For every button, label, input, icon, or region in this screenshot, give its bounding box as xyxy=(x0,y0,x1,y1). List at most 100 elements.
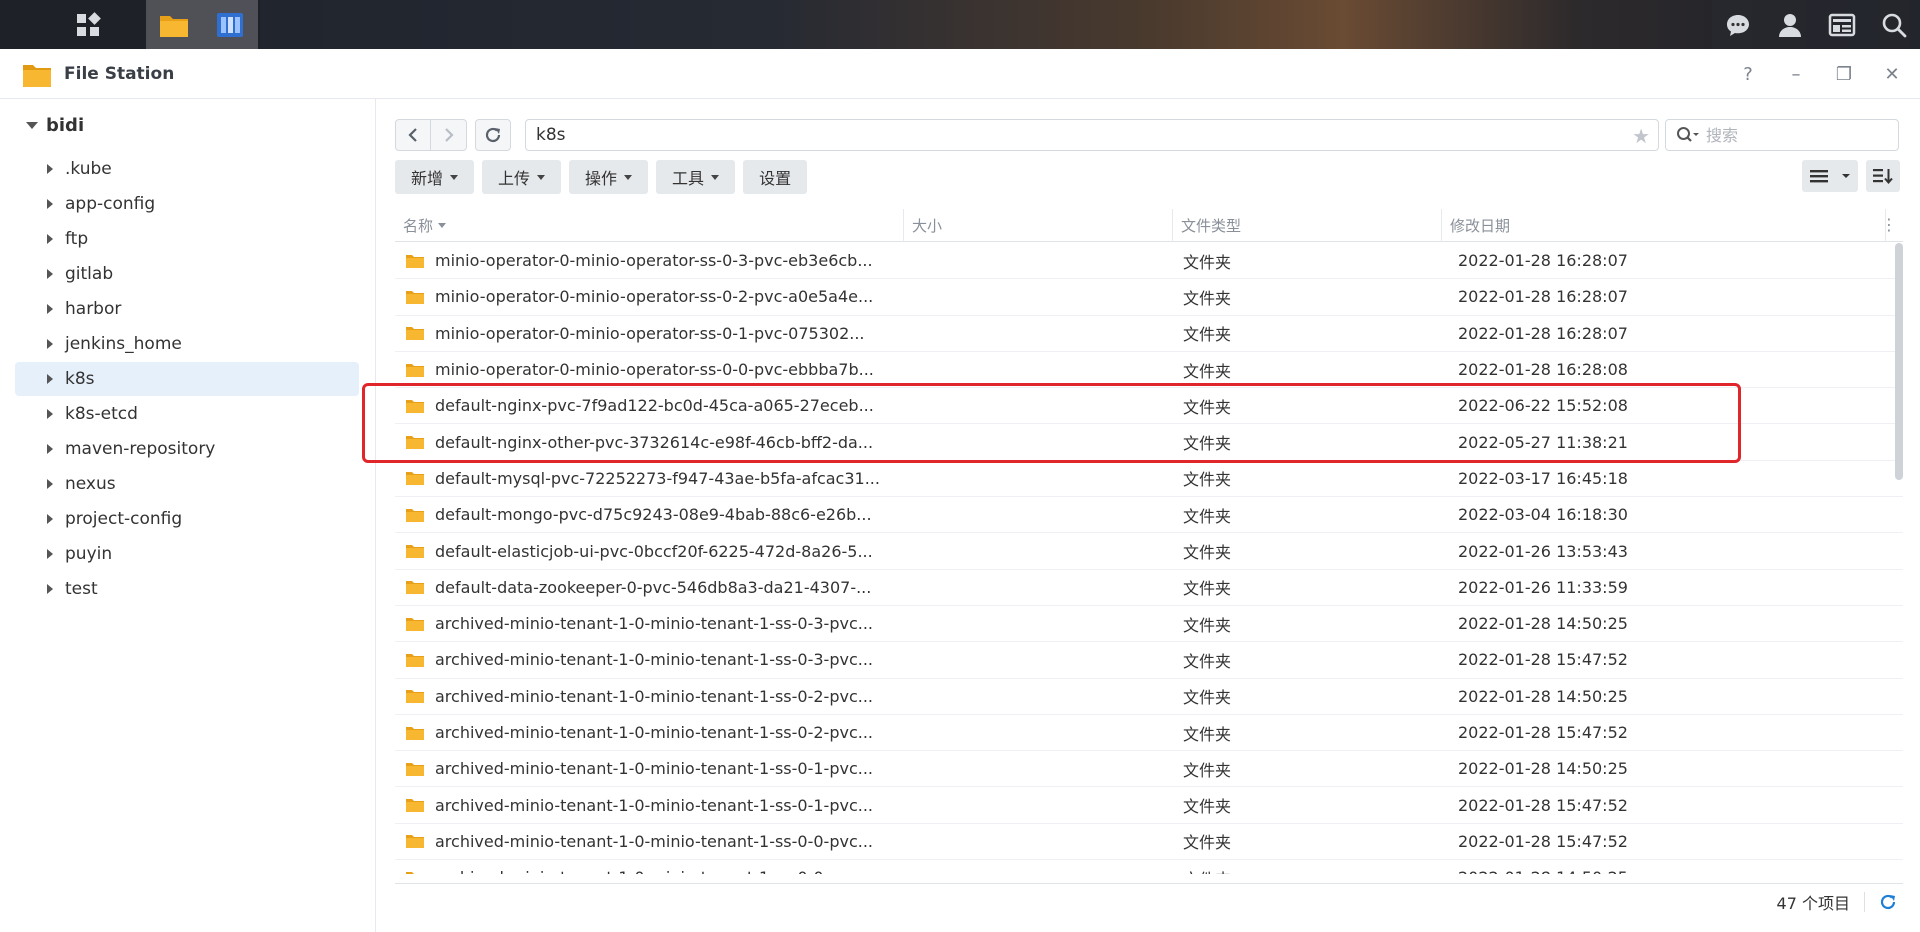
sidebar-item-ftp[interactable]: ftp xyxy=(15,222,359,256)
table-row[interactable]: default-mysql-pvc-72252273-f947-43ae-b5f… xyxy=(395,461,1903,498)
sidebar-item-app-config[interactable]: app-config xyxy=(15,187,359,221)
dropdown-caret-icon xyxy=(537,174,546,180)
sort-icon xyxy=(1873,169,1893,185)
sort-button[interactable] xyxy=(1866,160,1900,192)
minimize-button[interactable]: – xyxy=(1786,64,1806,85)
column-size-label: 大小 xyxy=(912,216,943,235)
table-row[interactable]: archived-minio-tenant-1-0-minio-tenant-1… xyxy=(395,715,1903,752)
file-type: 文件夹 xyxy=(1183,506,1232,526)
file-name: minio-operator-0-minio-operator-ss-0-0-p… xyxy=(435,360,874,380)
user-icon[interactable] xyxy=(1764,0,1816,49)
modified-date: 2022-01-28 14:50:25 xyxy=(1458,686,1628,706)
table-row[interactable]: minio-operator-0-minio-operator-ss-0-0-p… xyxy=(395,352,1903,389)
dropdown-caret-icon xyxy=(624,174,633,180)
sidebar-item-kube[interactable]: .kube xyxy=(15,152,359,186)
expand-caret-icon[interactable] xyxy=(47,479,53,489)
widgets-icon[interactable] xyxy=(1816,0,1868,49)
column-header-date[interactable]: 修改日期 xyxy=(1442,208,1886,242)
sidebar-item-maven-repository[interactable]: maven-repository xyxy=(15,432,359,466)
file-station-taskbar-icon[interactable] xyxy=(146,0,202,49)
table-row[interactable]: default-elasticjob-ui-pvc-0bccf20f-6225-… xyxy=(395,533,1903,570)
table-row[interactable]: minio-operator-0-minio-operator-ss-0-1-p… xyxy=(395,316,1903,352)
file-station-app-icon xyxy=(23,64,51,87)
new-button[interactable]: 新增 xyxy=(395,160,475,194)
expand-caret-icon[interactable] xyxy=(47,164,53,174)
file-name: archived-minio-tenant-1-0-minio-tenant-1… xyxy=(435,723,873,742)
table-row[interactable]: minio-operator-0-minio-operator-ss-0-2-p… xyxy=(395,279,1903,316)
expand-caret-icon[interactable] xyxy=(47,444,53,454)
table-row[interactable]: minio-operator-0-minio-operator-ss-0-3-p… xyxy=(395,243,1903,280)
table-row[interactable]: archived-minio-tenant-1-0-minio-tenant-1… xyxy=(395,679,1903,715)
sidebar-item-nexus[interactable]: nexus xyxy=(15,467,359,501)
chevron-left-icon xyxy=(408,128,417,142)
expand-caret-icon[interactable] xyxy=(47,339,53,349)
expand-caret-icon[interactable] xyxy=(47,234,53,244)
file-type: 文件夹 xyxy=(1183,724,1232,744)
view-mode-button[interactable] xyxy=(1802,160,1858,192)
sidebar-item-jenkins-home[interactable]: jenkins_home xyxy=(15,327,359,361)
taskbar-right-tray xyxy=(1712,0,1920,49)
tree-root-bidi[interactable]: bidi xyxy=(26,115,84,136)
main-menu-icon[interactable] xyxy=(60,0,116,49)
search-field[interactable] xyxy=(1665,119,1899,151)
expand-caret-icon[interactable] xyxy=(47,374,53,384)
table-row[interactable]: default-data-zookeeper-0-pvc-546db8a3-da… xyxy=(395,570,1903,606)
modified-date: 2022-03-17 16:45:18 xyxy=(1458,468,1628,488)
back-button[interactable] xyxy=(395,119,431,151)
table-row[interactable]: archived-minio-tenant-1-0-minio-tenant-1… xyxy=(395,824,1903,861)
search-icon[interactable] xyxy=(1868,0,1920,49)
table-row[interactable]: default-nginx-other-pvc-3732614c-e98f-46… xyxy=(395,424,1903,461)
forward-button[interactable] xyxy=(431,119,467,151)
expand-caret-icon[interactable] xyxy=(47,514,53,524)
table-row[interactable]: archived-minio-tenant-1-0-minio-tenant-1… xyxy=(395,787,1903,824)
sidebar-item-k8s-etcd[interactable]: k8s-etcd xyxy=(15,397,359,431)
expand-caret-icon[interactable] xyxy=(47,304,53,314)
sidebar-item-puyin[interactable]: puyin xyxy=(15,537,359,571)
file-table: 名称 大小 文件类型 修改日期 ⋮ minio-operator-0-minio… xyxy=(395,208,1903,874)
expand-caret-icon[interactable] xyxy=(26,122,38,129)
sidebar-item-gitlab[interactable]: gitlab xyxy=(15,257,359,291)
expand-caret-icon[interactable] xyxy=(47,549,53,559)
close-button[interactable]: ✕ xyxy=(1882,64,1902,85)
table-row[interactable]: default-nginx-pvc-7f9ad122-bc0d-45ca-a06… xyxy=(395,388,1903,425)
chevron-right-icon xyxy=(444,128,454,142)
expand-caret-icon[interactable] xyxy=(47,199,53,209)
chat-icon[interactable] xyxy=(1712,0,1764,49)
table-row[interactable]: archived-minio-tenant-1-0-minio-tenant-1… xyxy=(395,606,1903,643)
path-input[interactable]: k8s ★ xyxy=(525,119,1659,151)
folder-icon xyxy=(406,327,424,341)
table-row[interactable]: archived-minio-tenant-1-0-minio-tenant-1… xyxy=(395,860,1903,874)
table-row[interactable]: archived-minio-tenant-1-0-minio-tenant-1… xyxy=(395,642,1903,679)
window-title: File Station xyxy=(64,63,175,84)
table-row[interactable]: archived-minio-tenant-1-0-minio-tenant-1… xyxy=(395,751,1903,788)
refresh-button[interactable] xyxy=(475,119,511,151)
file-name: archived-minio-tenant-1-0-minio-tenant-1… xyxy=(435,614,873,634)
sidebar-item-label: jenkins_home xyxy=(65,334,182,354)
sidebar-item-k8s[interactable]: k8s xyxy=(15,362,359,396)
settings-button[interactable]: 设置 xyxy=(743,160,808,194)
refresh-icon[interactable] xyxy=(1879,893,1897,911)
expand-caret-icon[interactable] xyxy=(47,269,53,279)
tools-button[interactable]: 工具 xyxy=(656,160,736,194)
favorite-star-icon[interactable]: ★ xyxy=(1632,124,1650,148)
restore-button[interactable]: ❐ xyxy=(1834,64,1854,85)
search-dropdown-icon[interactable] xyxy=(1676,126,1700,144)
help-button[interactable]: ? xyxy=(1738,64,1758,85)
table-row[interactable]: default-mongo-pvc-d75c9243-08e9-4bab-88c… xyxy=(395,497,1903,534)
folder-icon xyxy=(406,399,424,413)
column-header-name[interactable]: 名称 xyxy=(395,208,904,242)
column-header-type[interactable]: 文件类型 xyxy=(1173,208,1442,242)
expand-caret-icon[interactable] xyxy=(47,409,53,419)
search-input[interactable] xyxy=(1706,125,1856,145)
action-button[interactable]: 操作 xyxy=(569,160,649,194)
expand-caret-icon[interactable] xyxy=(47,584,53,594)
sidebar-item-harbor[interactable]: harbor xyxy=(15,292,359,326)
app-taskbar-icon[interactable] xyxy=(202,0,258,49)
upload-button[interactable]: 上传 xyxy=(482,160,562,194)
column-header-size[interactable]: 大小 xyxy=(904,208,1173,242)
column-options-icon[interactable]: ⋮ xyxy=(1881,215,1897,234)
list-view-icon xyxy=(1810,170,1828,183)
sidebar-item-project-config[interactable]: project-config xyxy=(15,502,359,536)
sidebar-item-test[interactable]: test xyxy=(15,572,359,606)
vertical-scrollbar[interactable] xyxy=(1895,243,1903,480)
